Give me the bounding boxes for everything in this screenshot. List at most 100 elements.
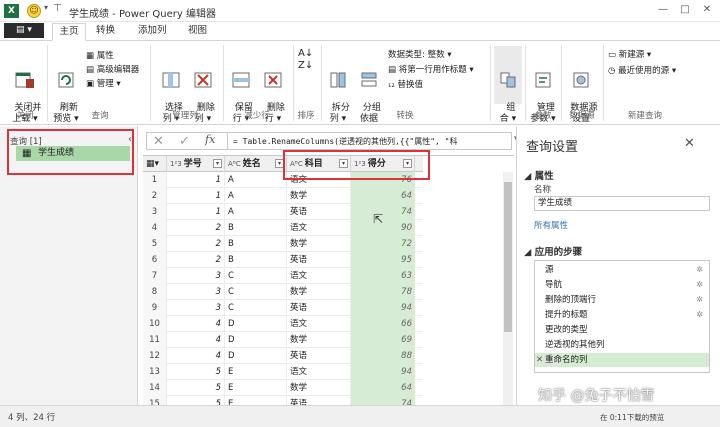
manage-button[interactable]: ▣ 管理 ▾ [86, 77, 121, 89]
cell-subject[interactable]: 数学 [287, 188, 351, 204]
cell-student-id[interactable]: 3 [167, 284, 225, 300]
cell-name[interactable]: A [225, 188, 287, 204]
tab-home[interactable]: 主页 [52, 23, 86, 41]
cell-subject[interactable]: 数学 [287, 332, 351, 348]
cell-name[interactable]: C [225, 268, 287, 284]
new-source-button[interactable]: ▭ 新建源 ▾ [608, 48, 651, 60]
fx-icon[interactable]: fx [205, 133, 215, 146]
cell-score[interactable]: 94 [351, 364, 415, 380]
cell-subject[interactable]: 英语 [287, 300, 351, 316]
cell-score[interactable]: 72 [351, 236, 415, 252]
cell-student-id[interactable]: 4 [167, 332, 225, 348]
row-index[interactable]: 11 [143, 332, 167, 348]
step-settings-gear-icon[interactable]: ✲ [696, 308, 703, 322]
cell-student-id[interactable]: 1 [167, 188, 225, 204]
cell-name[interactable]: D [225, 316, 287, 332]
cell-subject[interactable]: 英语 [287, 348, 351, 364]
data-type-dropdown[interactable]: 数据类型: 整数 ▾ [388, 48, 452, 60]
tab-transform[interactable]: 转换 [96, 23, 115, 41]
cell-score[interactable]: 74 [351, 396, 415, 405]
column-header-student-id[interactable]: 1²3 学号 ▾ [167, 156, 225, 172]
tab-add-column[interactable]: 添加列 [138, 23, 167, 41]
cell-name[interactable]: D [225, 348, 287, 364]
properties-button[interactable]: ▦ 属性 [86, 49, 114, 61]
cell-name[interactable]: E [225, 364, 287, 380]
cell-score[interactable]: 69 [351, 332, 415, 348]
scrollbar-thumb[interactable] [504, 182, 512, 332]
properties-section-header[interactable]: ◢ 属性 [524, 168, 554, 182]
smiley-feedback-icon[interactable]: ☺ [27, 4, 41, 18]
cell-score[interactable]: 95 [351, 252, 415, 268]
row-index[interactable]: 14 [143, 380, 167, 396]
cell-score[interactable]: 66 [351, 316, 415, 332]
delete-step-icon[interactable]: ✕ [536, 353, 543, 367]
table-menu-icon[interactable]: ▦▾ [143, 156, 167, 172]
cell-score[interactable]: 78 [351, 284, 415, 300]
formula-commit-button[interactable]: ✓ [179, 134, 190, 149]
formula-input[interactable]: = Table.RenameColumns(逆透视的其他列,{{"属性", "科 [233, 136, 508, 147]
cell-name[interactable]: D [225, 332, 287, 348]
cell-student-id[interactable]: 4 [167, 348, 225, 364]
applied-step-item[interactable]: 逆透视的其他列 [535, 338, 709, 352]
step-settings-gear-icon[interactable]: ✲ [696, 263, 703, 277]
maximize-button[interactable]: □ [676, 2, 694, 18]
cell-student-id[interactable]: 3 [167, 268, 225, 284]
combine-button[interactable]: 组 合 ▾ [494, 46, 522, 124]
cell-name[interactable]: C [225, 284, 287, 300]
cell-name[interactable]: E [225, 380, 287, 396]
cell-subject[interactable]: 数学 [287, 236, 351, 252]
row-index[interactable]: 10 [143, 316, 167, 332]
row-index[interactable]: 13 [143, 364, 167, 380]
cell-subject[interactable]: 语文 [287, 316, 351, 332]
cell-subject[interactable]: 语文 [287, 268, 351, 284]
close-settings-button[interactable]: ✕ [684, 136, 695, 151]
quick-access-dropdown-icon[interactable]: ▾ [44, 3, 48, 12]
cell-score[interactable]: 88 [351, 348, 415, 364]
cell-name[interactable]: B [225, 236, 287, 252]
cell-student-id[interactable]: 1 [167, 204, 225, 220]
cell-student-id[interactable]: 2 [167, 252, 225, 268]
cell-score[interactable]: 64 [351, 380, 415, 396]
row-index[interactable]: 3 [143, 204, 167, 220]
cell-student-id[interactable]: 2 [167, 220, 225, 236]
sort-ascending-button[interactable]: A↓ Z↓ [298, 48, 313, 72]
cell-student-id[interactable]: 2 [167, 236, 225, 252]
row-index[interactable]: 9 [143, 300, 167, 316]
split-column-button[interactable]: 拆分 列 ▾ [324, 48, 352, 125]
cell-subject[interactable]: 语文 [287, 220, 351, 236]
cell-name[interactable]: A [225, 204, 287, 220]
row-index[interactable]: 15 [143, 396, 167, 405]
cell-subject[interactable]: 语文 [287, 364, 351, 380]
applied-step-item[interactable]: 源 ✲ [535, 263, 709, 277]
replace-values-button[interactable]: ₁₂ 替换值 [388, 78, 423, 90]
cell-score[interactable]: 63 [351, 268, 415, 284]
refresh-preview-button[interactable]: 刷新 预览 ▾ [50, 48, 82, 125]
applied-step-item[interactable]: 导航 ✲ [535, 278, 709, 292]
filter-dropdown-icon[interactable]: ▾ [213, 159, 222, 168]
cell-name[interactable]: E [225, 396, 287, 405]
row-index[interactable]: 8 [143, 284, 167, 300]
step-settings-gear-icon[interactable]: ✲ [696, 278, 703, 292]
recent-sources-button[interactable]: ◷ 最近使用的源 ▾ [608, 64, 676, 76]
file-menu-button[interactable]: ▤ ▾ [4, 23, 44, 38]
tab-view[interactable]: 视图 [188, 23, 207, 41]
cell-student-id[interactable]: 5 [167, 380, 225, 396]
all-properties-link[interactable]: 所有属性 [534, 219, 568, 231]
cell-student-id[interactable]: 5 [167, 364, 225, 380]
cell-score[interactable]: 64 [351, 188, 415, 204]
cell-name[interactable]: A [225, 172, 287, 188]
cell-name[interactable]: B [225, 252, 287, 268]
applied-step-item[interactable]: 更改的类型 [535, 323, 709, 337]
cell-student-id[interactable]: 3 [167, 300, 225, 316]
quick-access-customize-icon[interactable]: ⊤ [53, 3, 62, 14]
minimize-button[interactable]: — [654, 2, 672, 18]
use-first-row-as-headers-button[interactable]: ▤ 将第一行用作标题 ▾ [388, 63, 474, 75]
column-header-name[interactable]: AᴮC 姓名 ▾ [225, 156, 287, 172]
cell-name[interactable]: C [225, 300, 287, 316]
cell-subject[interactable]: 英语 [287, 396, 351, 405]
cell-subject[interactable]: 数学 [287, 380, 351, 396]
cell-student-id[interactable]: 5 [167, 396, 225, 405]
cell-subject[interactable]: 英语 [287, 252, 351, 268]
applied-steps-header[interactable]: ◢ 应用的步骤 [524, 244, 582, 258]
row-index[interactable]: 1 [143, 172, 167, 188]
